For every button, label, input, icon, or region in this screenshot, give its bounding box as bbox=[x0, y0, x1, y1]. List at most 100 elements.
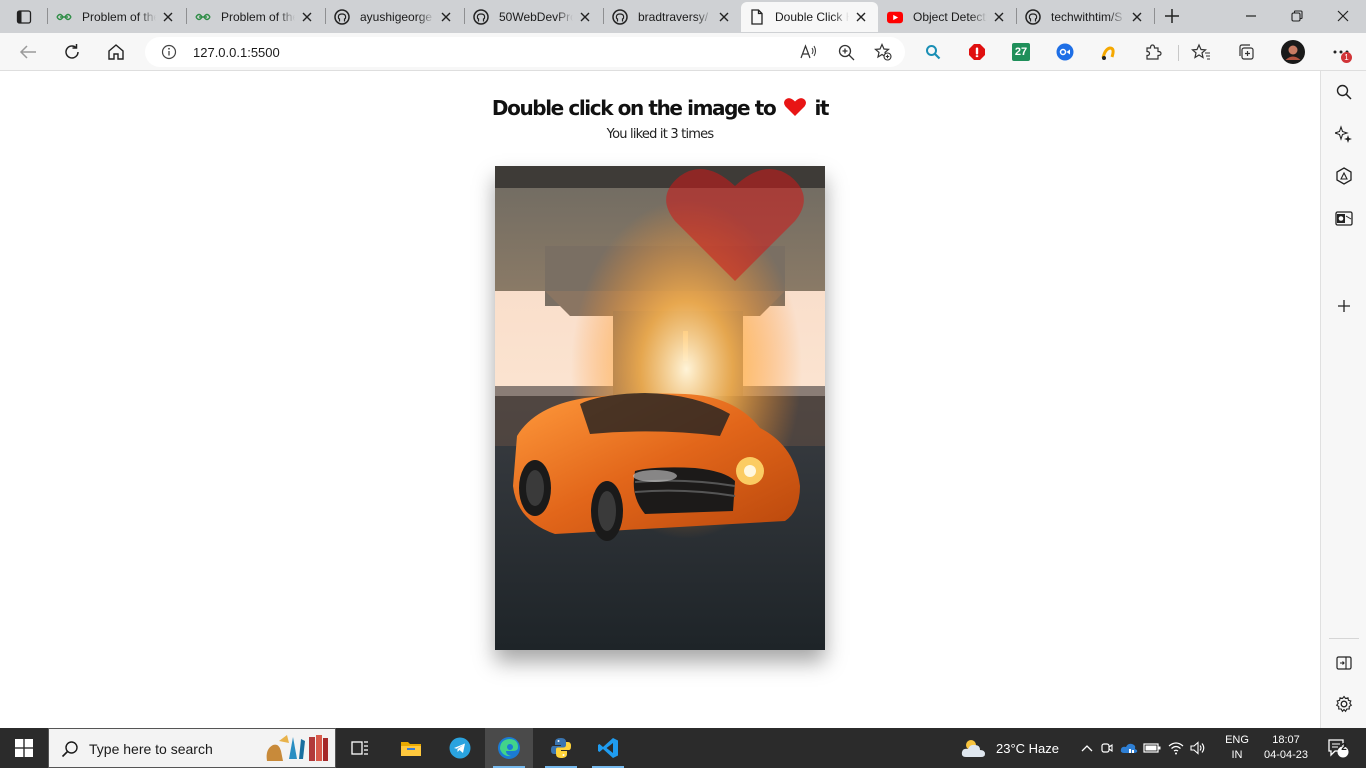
start-button[interactable] bbox=[0, 728, 48, 768]
vscode-button[interactable] bbox=[584, 728, 632, 768]
extension-27[interactable]: 27 bbox=[1010, 41, 1032, 63]
telegram-button[interactable] bbox=[436, 728, 484, 768]
sidebar-settings-button[interactable] bbox=[1331, 691, 1357, 717]
show-hidden-icons[interactable] bbox=[1078, 744, 1096, 752]
github-icon bbox=[1025, 9, 1041, 25]
extensions-button[interactable] bbox=[1142, 41, 1164, 63]
notifications-button[interactable]: 2 bbox=[1318, 728, 1358, 768]
close-tab-icon[interactable] bbox=[160, 9, 176, 25]
volume-icon[interactable] bbox=[1188, 741, 1208, 755]
github-icon bbox=[334, 9, 350, 25]
new-tab-button[interactable] bbox=[1160, 5, 1184, 27]
hide-sidebar-button[interactable] bbox=[1331, 650, 1357, 676]
extension-adblock[interactable] bbox=[966, 41, 988, 63]
tab-separator bbox=[1154, 8, 1155, 24]
minimize-icon bbox=[1246, 15, 1256, 17]
python-icon bbox=[551, 738, 571, 758]
tab-1[interactable]: Problem of the bbox=[187, 2, 325, 32]
search-highlight-illustration bbox=[266, 735, 328, 761]
search-icon bbox=[926, 45, 941, 60]
github-icon bbox=[473, 9, 489, 25]
onedrive-icon[interactable] bbox=[1118, 742, 1140, 754]
weather-widget[interactable]: 23°C Haze bbox=[960, 728, 1059, 768]
home-button[interactable] bbox=[100, 36, 132, 68]
language-top: ENG bbox=[1225, 734, 1249, 746]
tab-7[interactable]: techwithtim/S bbox=[1017, 2, 1153, 32]
task-view-button[interactable] bbox=[336, 728, 384, 768]
tab-4[interactable]: bradtraversy/ bbox=[604, 2, 740, 32]
search-placeholder: Type here to search bbox=[89, 741, 213, 757]
zoom-button[interactable] bbox=[834, 40, 858, 64]
tab-6[interactable]: Object Detecti bbox=[879, 2, 1016, 32]
sidebar-tools-button[interactable] bbox=[1331, 163, 1357, 189]
file-explorer-button[interactable] bbox=[387, 728, 435, 768]
taskbar-search-box[interactable]: Type here to search bbox=[48, 728, 336, 768]
extension-27-badge: 27 bbox=[1012, 43, 1030, 61]
task-view-icon bbox=[351, 741, 368, 755]
tab-0[interactable]: Problem of the bbox=[48, 2, 186, 32]
notification-badge: 1 bbox=[1341, 52, 1352, 63]
sidebar-add-button[interactable] bbox=[1331, 293, 1357, 319]
star-add-icon bbox=[874, 43, 892, 61]
home-icon bbox=[108, 44, 124, 60]
tab-title: Problem of the bbox=[221, 10, 295, 24]
collections-icon bbox=[1239, 44, 1254, 60]
sidebar-outlook-button[interactable] bbox=[1331, 205, 1357, 231]
settings-more-button[interactable]: 1 bbox=[1327, 38, 1355, 66]
close-tab-icon[interactable] bbox=[991, 9, 1007, 25]
tab-actions-button[interactable] bbox=[8, 6, 40, 28]
toolbar-separator bbox=[1178, 45, 1179, 61]
address-bar[interactable] bbox=[145, 37, 905, 67]
tab-title: ayushigeorge bbox=[360, 10, 433, 24]
language-indicator[interactable]: ENG IN bbox=[1220, 728, 1254, 768]
weather-text: 23°C Haze bbox=[996, 740, 1060, 756]
puzzle-icon bbox=[1146, 44, 1162, 60]
tab-5-active[interactable]: Double Click H bbox=[741, 2, 878, 32]
refresh-button[interactable] bbox=[56, 36, 88, 68]
close-tab-icon[interactable] bbox=[853, 9, 869, 25]
tab-3[interactable]: 50WebDevProj bbox=[465, 2, 603, 32]
close-window-button[interactable] bbox=[1320, 0, 1366, 32]
edge-button[interactable] bbox=[485, 728, 533, 768]
clock-date: 04-04-23 bbox=[1263, 749, 1309, 761]
meet-now-icon[interactable] bbox=[1096, 741, 1118, 755]
tab-strip: Problem of the Problem of the ayushigeor… bbox=[0, 0, 1366, 33]
collections-button[interactable] bbox=[1235, 41, 1257, 63]
page-content: Double click on the image to it You like… bbox=[0, 71, 1320, 728]
close-tab-icon[interactable] bbox=[577, 9, 593, 25]
tab-2[interactable]: ayushigeorge bbox=[326, 2, 464, 32]
info-icon[interactable] bbox=[161, 44, 177, 60]
stop-sign-icon bbox=[969, 44, 985, 60]
back-button[interactable] bbox=[12, 36, 44, 68]
favorites-button[interactable] bbox=[1190, 41, 1212, 63]
wifi-icon[interactable] bbox=[1164, 741, 1188, 755]
add-favorite-button[interactable] bbox=[871, 40, 895, 64]
tab-title: Object Detecti bbox=[913, 10, 987, 24]
browser-toolbar: 27 1 bbox=[0, 33, 1366, 71]
extension-honey[interactable] bbox=[1098, 41, 1120, 63]
battery-icon[interactable] bbox=[1140, 743, 1164, 753]
tab-title: 50WebDevProj bbox=[499, 10, 573, 24]
close-tab-icon[interactable] bbox=[299, 9, 315, 25]
github-icon bbox=[612, 9, 628, 25]
clock[interactable]: 18:07 04-04-23 bbox=[1256, 728, 1316, 768]
close-tab-icon[interactable] bbox=[716, 9, 732, 25]
profile-button[interactable] bbox=[1280, 39, 1306, 65]
tab-title: techwithtim/S bbox=[1051, 10, 1123, 24]
cloud-sun-icon bbox=[961, 740, 985, 757]
minimize-button[interactable] bbox=[1228, 0, 1274, 32]
close-tab-icon[interactable] bbox=[1129, 9, 1145, 25]
telegram-icon bbox=[449, 737, 471, 759]
python-button[interactable] bbox=[537, 728, 585, 768]
extension-search[interactable] bbox=[922, 41, 944, 63]
sidebar-search-button[interactable] bbox=[1331, 79, 1357, 105]
url-input[interactable] bbox=[193, 45, 693, 60]
title-text-end: it bbox=[814, 96, 829, 120]
read-aloud-button[interactable] bbox=[797, 40, 821, 64]
sidebar-discover-button[interactable] bbox=[1331, 121, 1357, 147]
close-tab-icon[interactable] bbox=[438, 9, 454, 25]
extension-meet[interactable] bbox=[1054, 41, 1076, 63]
like-image[interactable] bbox=[495, 166, 825, 650]
restore-button[interactable] bbox=[1274, 0, 1320, 32]
read-aloud-icon bbox=[800, 44, 816, 59]
